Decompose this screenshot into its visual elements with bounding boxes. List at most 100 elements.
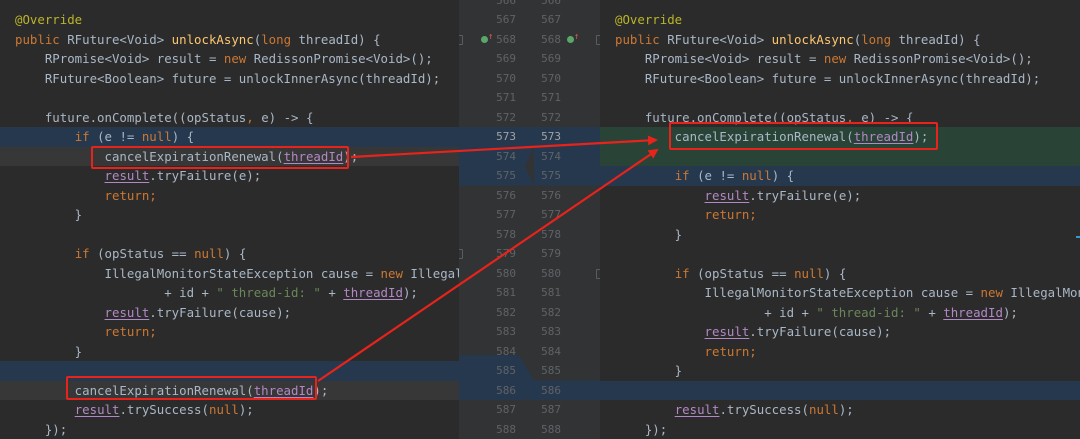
code-token: IllegalMonitorStateException( — [1010, 285, 1080, 300]
right-line-number: 570 — [541, 71, 561, 85]
code-token: long — [261, 31, 299, 47]
diff-gutter: 566 567 568 569 570 571 572 573 574 575 576 577 578 5… — [459, 0, 600, 439]
code-token: return; — [104, 324, 157, 339]
left-code-line: result.tryFailure(cause); — [0, 303, 459, 323]
code-token: public — [615, 31, 668, 47]
left-code-line: return; — [0, 322, 459, 342]
code-token: IllegalMonitorStateException cause = — [15, 265, 381, 281]
code-token: ) { — [171, 129, 195, 144]
left-line-number: 581 — [496, 286, 516, 299]
left-code-line: RPromise<Void> result = new RedissonProm… — [0, 49, 459, 69]
code-token: } — [15, 343, 83, 359]
code-token: if — [674, 168, 698, 183]
code-token: return; — [104, 187, 157, 203]
left-line-number: 578 — [496, 227, 516, 241]
left-code-line: IllegalMonitorStateException cause = new… — [0, 264, 459, 284]
right-code-line: IllegalMonitorStateException cause = new… — [600, 283, 1080, 303]
code-token: (e != — [697, 168, 742, 183]
left-line-number: 585 — [496, 364, 516, 377]
right-line-number: 576 — [541, 188, 561, 202]
code-token: ); — [238, 402, 254, 417]
right-line-number: 568 — [541, 32, 561, 46]
right-line-number: 588 — [541, 422, 561, 436]
fold-icon[interactable] — [459, 34, 463, 45]
code-token: RPromise<Void> result = — [15, 51, 224, 66]
left-code-line: } — [0, 342, 459, 362]
code-token: null — [208, 402, 239, 417]
right-code-line: RPromise<Void> result = new RedissonProm… — [600, 49, 1080, 69]
callout-box-left-after-if — [66, 376, 317, 400]
right-line-number: 585 — [541, 364, 561, 377]
right-code-line: result.tryFailure(e); — [600, 186, 1080, 206]
code-token: return; — [704, 343, 757, 359]
diff-band — [459, 380, 600, 400]
code-token: null — [141, 129, 172, 144]
right-line-number: 587 — [541, 403, 561, 416]
field-reference: result — [104, 304, 150, 320]
right-line-number: 581 — [541, 286, 561, 299]
code-token: unlockAsync — [771, 31, 854, 47]
right-line-number: 583 — [541, 325, 561, 338]
left-line-number: 576 — [496, 188, 516, 202]
right-line-number: 584 — [541, 344, 561, 358]
code-token: ); — [402, 285, 418, 300]
right-line-number: 569 — [541, 52, 561, 65]
override-method-icon[interactable]: ↑ — [481, 32, 493, 45]
code-token: RedissonPromise<Void>(); — [853, 51, 1033, 66]
left-code-line: future.onComplete((opStatus, e) -> { — [0, 108, 459, 128]
left-line-number: 571 — [496, 91, 516, 104]
up-arrow-icon: ↑ — [574, 31, 580, 42]
code-token: } — [15, 207, 83, 222]
fold-icon[interactable] — [459, 249, 463, 259]
field-reference: result — [74, 402, 120, 417]
code-token: threadId) { — [298, 31, 381, 47]
code-token: RFuture<Boolean> future = unlockInnerAsy… — [15, 70, 441, 86]
code-token: if — [674, 265, 698, 281]
code-token: IllegalMonitorStateException cause = — [615, 285, 981, 300]
field-reference: result — [104, 168, 150, 183]
override-method-icon[interactable]: ↑ — [567, 31, 580, 45]
right-line-number: 578 — [541, 227, 561, 241]
right-code-pane[interactable]: @Override public RFuture<Void> unlockAsyn… — [600, 0, 1080, 439]
scroll-marker — [1076, 236, 1080, 238]
code-token: " thread-id: " — [216, 285, 321, 300]
code-token: if — [74, 246, 98, 261]
left-line-number: 573 — [496, 130, 516, 143]
green-dot-icon — [481, 35, 488, 43]
left-code-line — [0, 225, 459, 245]
code-token: new — [980, 285, 1011, 300]
right-code-line: return; — [600, 342, 1080, 362]
code-token: .trySuccess( — [719, 402, 809, 417]
code-token: (e != — [97, 129, 142, 144]
code-token: new — [380, 265, 411, 281]
code-token: e) -> { — [261, 109, 314, 125]
left-line-number: 584 — [496, 344, 516, 358]
right-code-line — [600, 88, 1080, 108]
left-line-number: 566 — [496, 0, 516, 7]
code-token: ) { — [823, 265, 847, 281]
code-token: + — [920, 304, 944, 320]
right-line-number: 586 — [541, 383, 561, 397]
left-code-line — [0, 88, 459, 108]
code-token: new — [223, 51, 254, 66]
left-code-pane[interactable]: @Override public RFuture<Void> unlockAsyn… — [0, 0, 459, 439]
right-code-line — [600, 244, 1080, 264]
code-token: future.onComplete((opStatus — [15, 109, 247, 125]
code-token: .trySuccess( — [119, 402, 209, 417]
field-reference: result — [704, 187, 750, 203]
callout-box-right-moved — [669, 122, 938, 150]
code-token: RFuture<Boolean> future = unlockInnerAsy… — [615, 70, 1041, 86]
left-line-number: 575 — [496, 169, 516, 182]
field-reference: result — [674, 402, 720, 417]
code-token: " thread-id: " — [816, 304, 921, 320]
right-code-line — [600, 381, 1080, 401]
left-code-line: RFuture<Boolean> future = unlockInnerAsy… — [0, 69, 459, 89]
